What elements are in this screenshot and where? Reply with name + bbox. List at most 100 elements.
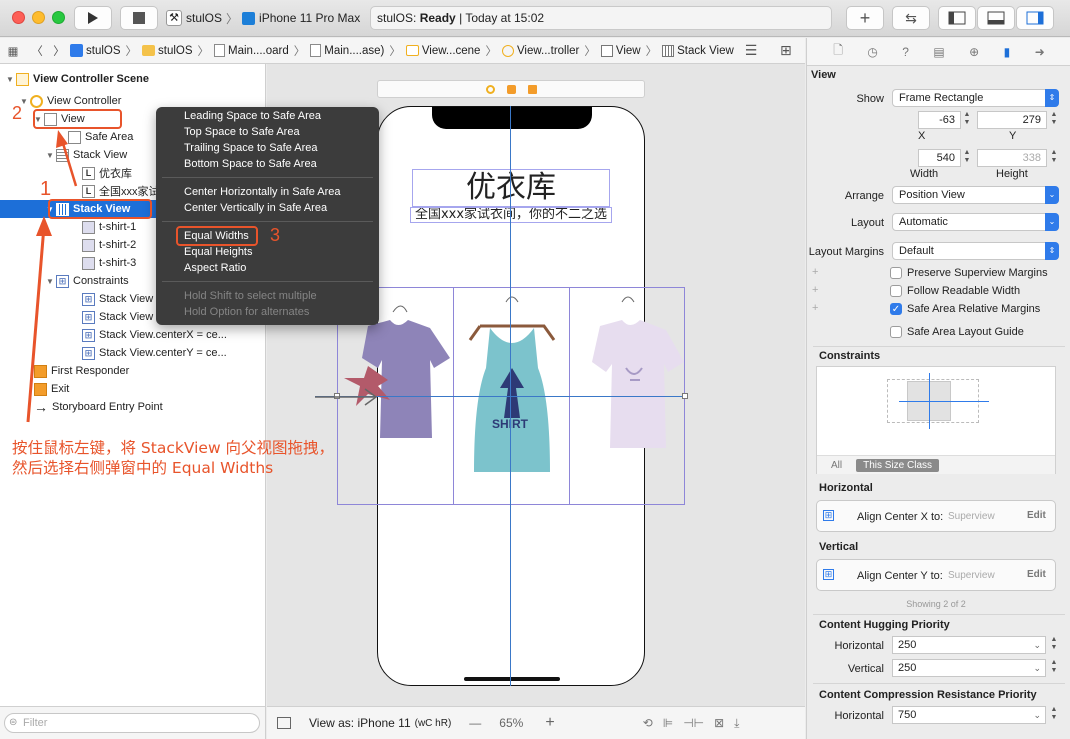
vertical-constraint-card[interactable]: ⊞ Align Center Y to: Superview Edit	[816, 559, 1056, 591]
menu-item-aspect-ratio[interactable]: Aspect Ratio	[184, 260, 246, 276]
zoom-window-button[interactable]	[52, 11, 65, 24]
width-stepper[interactable]: ▲ ▼	[962, 149, 972, 167]
comp-h-combo[interactable]: 750 ⌄	[892, 706, 1046, 724]
hug-h-combo[interactable]: 250 ⌄	[892, 636, 1046, 654]
identity-inspector-icon[interactable]: ▤	[933, 45, 944, 59]
menu-item-top[interactable]: Top Space to Safe Area	[184, 124, 300, 140]
minimize-window-button[interactable]	[32, 11, 45, 24]
layout-margins-popup[interactable]: Default ⇕	[892, 242, 1059, 260]
resize-handle[interactable]	[682, 393, 688, 399]
y-field[interactable]: 279	[977, 111, 1047, 129]
attributes-inspector-icon[interactable]: ⊕	[969, 45, 979, 59]
add-constraints-icon[interactable]: ⊣⊢	[683, 716, 704, 730]
breadcrumb-base[interactable]: Main....ase)	[310, 44, 384, 57]
toggle-debug-button[interactable]	[977, 6, 1015, 30]
list-icon[interactable]: ☰	[745, 42, 758, 59]
preserve-margins-checkbox[interactable]	[890, 267, 902, 279]
show-popup[interactable]: Frame Rectangle ⇕	[892, 89, 1059, 107]
list-item[interactable]: Exit	[0, 380, 266, 398]
menu-item-equal-heights[interactable]: Equal Heights	[184, 244, 253, 260]
update-frames-icon[interactable]: ⟲	[643, 716, 653, 730]
zoom-out-button[interactable]: —	[469, 716, 481, 730]
size-inspector-icon[interactable]: ▮	[1004, 45, 1011, 59]
breadcrumb-stack-view[interactable]: Stack View	[662, 44, 734, 57]
width-field[interactable]: 540	[918, 149, 961, 167]
x-stepper[interactable]: ▲ ▼	[962, 111, 972, 129]
list-item[interactable]: → Storyboard Entry Point	[0, 398, 266, 416]
safe-area-guide-checkbox[interactable]	[890, 326, 902, 338]
disclosure-icon[interactable]: ▼	[4, 75, 16, 84]
plus-icon[interactable]: +	[812, 266, 818, 278]
code-review-button[interactable]: ⇆	[892, 6, 930, 30]
edit-button[interactable]: Edit	[1027, 510, 1046, 521]
updown-icon: ⇕	[1045, 89, 1059, 107]
back-button[interactable]: 〈	[26, 43, 48, 59]
breadcrumb-view[interactable]: View	[600, 44, 641, 57]
zoom-level[interactable]: 65%	[499, 716, 523, 730]
hug-h-stepper[interactable]: ▲ ▼	[1049, 636, 1059, 654]
exit-dock-icon[interactable]	[527, 84, 537, 94]
resolve-issues-icon[interactable]: ⊠	[714, 716, 724, 730]
breadcrumb-controller[interactable]: View...troller	[501, 44, 579, 57]
plus-icon[interactable]: +	[812, 302, 818, 314]
breadcrumb-project[interactable]: stulOS	[70, 44, 121, 57]
breadcrumb-storyboard[interactable]: Main....oard	[214, 44, 289, 57]
embed-in-icon[interactable]: ⤓	[734, 716, 739, 731]
forward-button[interactable]: 〉	[48, 43, 70, 59]
inspector-header: View	[811, 69, 836, 81]
first-responder-dock-icon[interactable]	[506, 84, 516, 94]
list-item[interactable]: ⊞ Stack View.centerY = ce...	[0, 344, 266, 362]
menu-item-center-vertically[interactable]: Center Vertically in Safe Area	[184, 200, 327, 216]
toggle-navigator-button[interactable]	[938, 6, 976, 30]
x-field[interactable]: -63	[918, 111, 961, 129]
align-icon[interactable]: ⊫	[663, 716, 673, 730]
hug-v-stepper[interactable]: ▲ ▼	[1049, 659, 1059, 677]
height-stepper[interactable]: ▲ ▼	[1049, 149, 1059, 167]
controller-dock-icon[interactable]	[485, 84, 495, 94]
zoom-in-button[interactable]: +	[545, 714, 554, 732]
history-icon[interactable]: ◷	[867, 45, 877, 59]
subtitle-label[interactable]: 全国xxx家试衣间，你的不二之选	[410, 207, 612, 223]
resize-handle[interactable]	[334, 393, 340, 399]
list-item[interactable]: ⊞ Stack View.centerX = ce...	[0, 326, 266, 344]
breadcrumb-scene[interactable]: View...cene	[405, 45, 480, 57]
disclosure-icon[interactable]: ▼	[44, 277, 56, 286]
list-item[interactable]: ▼ View Controller Scene	[0, 70, 266, 88]
stop-button[interactable]	[120, 6, 158, 30]
filter-input[interactable]: Filter	[4, 713, 260, 733]
safe-area-margins-checkbox[interactable]: ✓	[890, 303, 902, 315]
plus-icon[interactable]: +	[812, 284, 818, 296]
layout-popup[interactable]: Automatic ⌄	[892, 213, 1059, 231]
title-label[interactable]: 优衣库	[412, 169, 610, 207]
view-as-label[interactable]: View as: iPhone 11	[309, 716, 411, 730]
scheme-selector[interactable]: ⚒ stulOS 〉 iPhone 11 Pro Max	[166, 6, 362, 30]
annotation-number-1: 1	[40, 178, 52, 200]
split-editor-icon[interactable]: ⊞	[780, 42, 792, 59]
menu-item-leading[interactable]: Leading Space to Safe Area	[184, 108, 321, 124]
file-inspector-icon[interactable]: 🗋	[833, 41, 843, 62]
comp-h-stepper[interactable]: ▲ ▼	[1049, 706, 1059, 724]
horizontal-constraint-card[interactable]: ⊞ Align Center X to: Superview Edit	[816, 500, 1056, 532]
readable-width-checkbox[interactable]	[890, 285, 902, 297]
height-field[interactable]: 338	[977, 149, 1047, 167]
menu-item-center-horizontally[interactable]: Center Horizontally in Safe Area	[184, 184, 341, 200]
library-button[interactable]: +	[846, 6, 884, 30]
arrange-popup[interactable]: Position View ⌄	[892, 186, 1059, 204]
segment-all[interactable]: All	[831, 460, 842, 471]
edit-button[interactable]: Edit	[1027, 569, 1046, 580]
hug-v-combo[interactable]: 250 ⌄	[892, 659, 1046, 677]
y-stepper[interactable]: ▲ ▼	[1049, 111, 1059, 129]
run-button[interactable]	[74, 6, 112, 30]
close-window-button[interactable]	[12, 11, 25, 24]
toggle-outline-icon[interactable]	[277, 717, 291, 729]
segment-size-class[interactable]: This Size Class	[856, 458, 940, 472]
menu-item-bottom[interactable]: Bottom Space to Safe Area	[184, 156, 317, 172]
list-item[interactable]: First Responder	[0, 362, 266, 380]
menu-item-trailing[interactable]: Trailing Space to Safe Area	[184, 140, 318, 156]
connections-inspector-icon[interactable]: ➜	[1035, 45, 1045, 59]
breadcrumb-folder[interactable]: stulOS	[142, 45, 193, 57]
toggle-inspector-button[interactable]	[1016, 6, 1054, 30]
help-icon[interactable]: ?	[902, 45, 909, 59]
disclosure-icon[interactable]: ▼	[44, 151, 56, 160]
grid-icon[interactable]: ▦	[0, 44, 26, 58]
